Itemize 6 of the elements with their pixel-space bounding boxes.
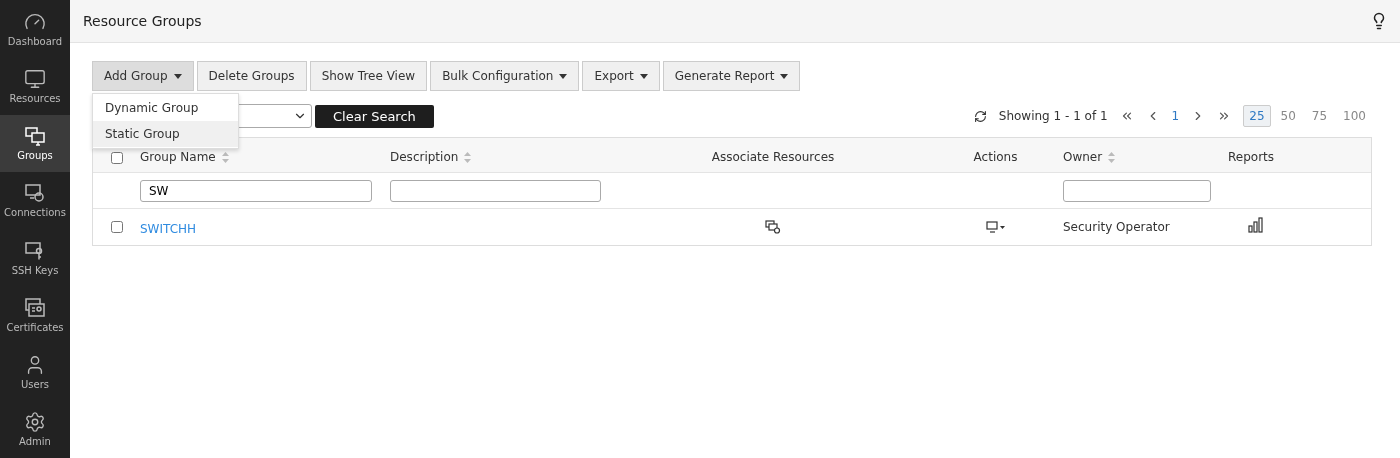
page-title: Resource Groups (83, 13, 202, 29)
owner-cell-text: Security Operator (1063, 220, 1171, 234)
column-header: Reports (1228, 150, 1276, 164)
column-header: Associate Resources (710, 150, 836, 164)
showing-count: Showing 1 - 1 of 1 (998, 109, 1108, 123)
column-header: Actions (972, 150, 1019, 164)
